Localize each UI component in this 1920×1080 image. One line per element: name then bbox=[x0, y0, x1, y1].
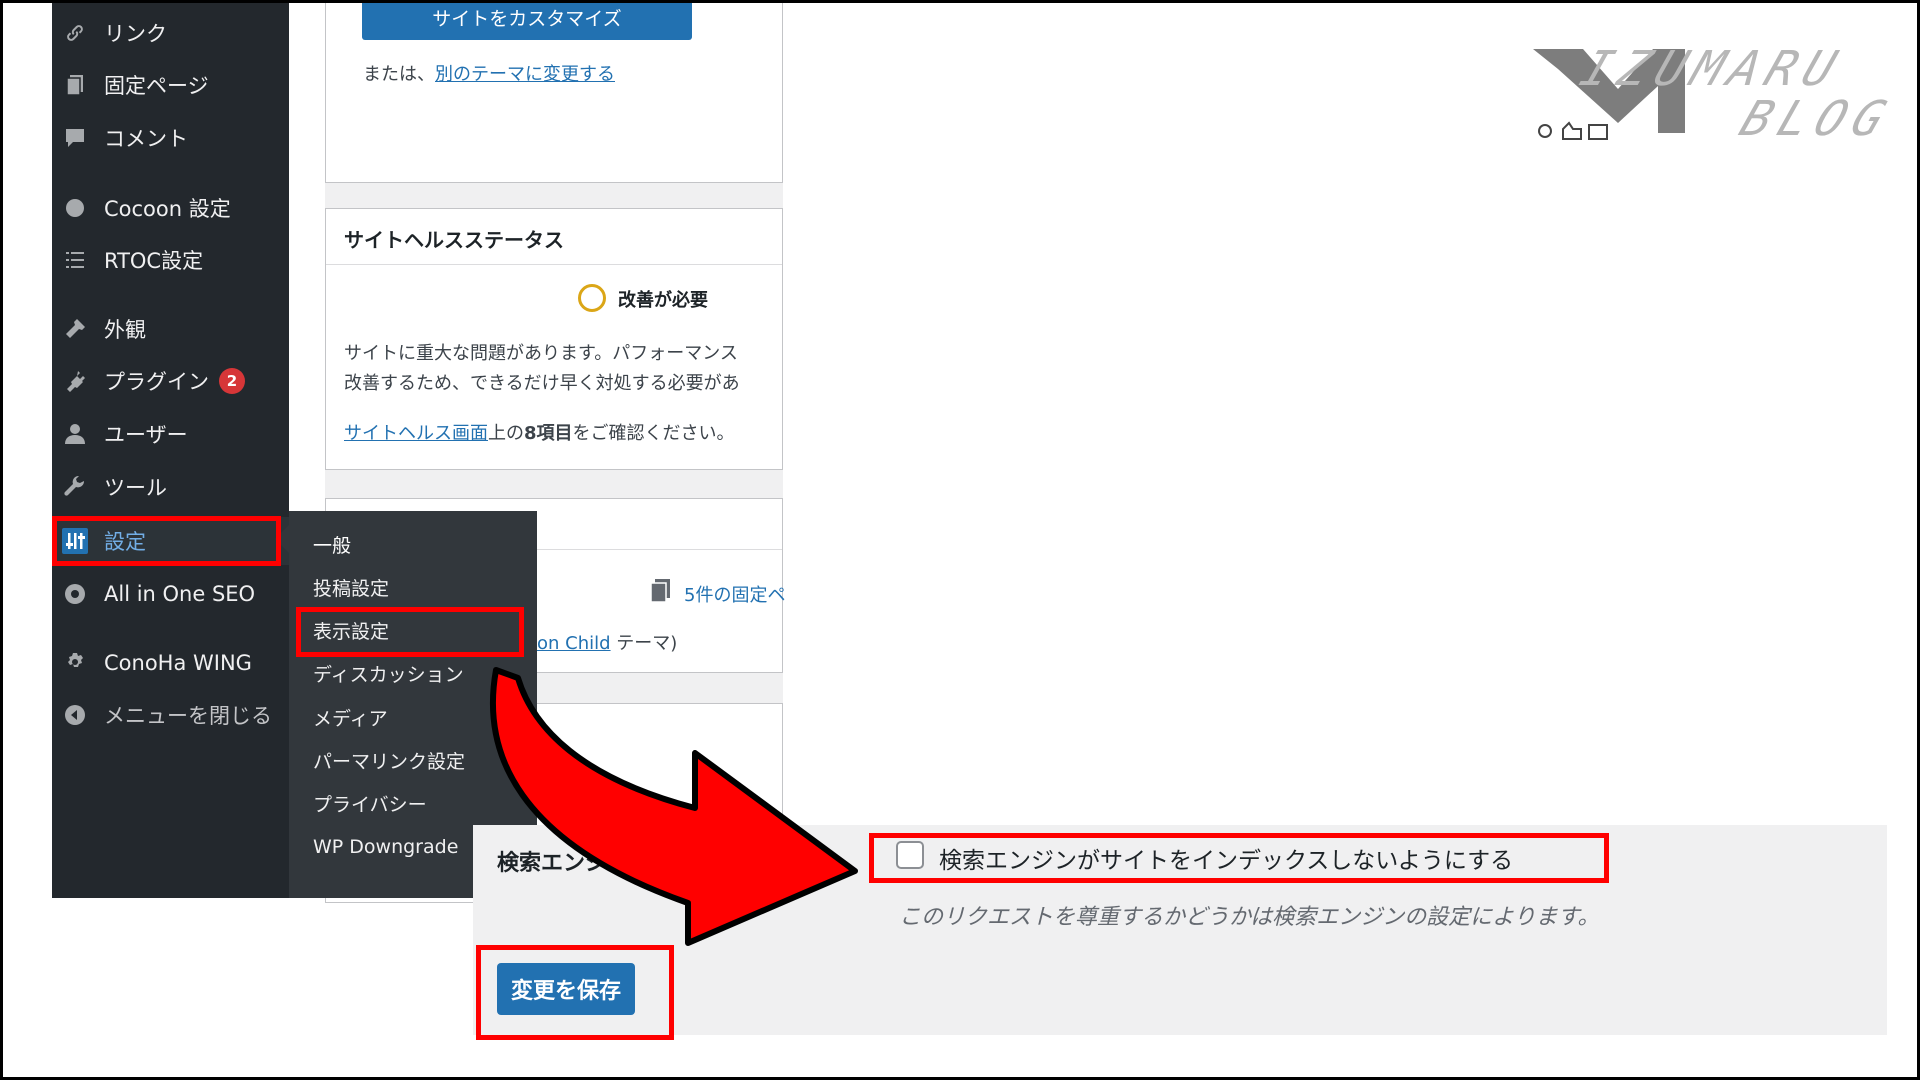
sidebar-item-label: All in One SEO bbox=[104, 582, 256, 606]
appearance-icon bbox=[62, 316, 88, 342]
admin-sidebar: リンク 固定ページ コメント Cocoon 設定 RTOC設定 外観 プラグイン… bbox=[52, 3, 289, 898]
screenshot-canvas: サイトをカスタマイズ または、別のテーマに変更する サイトヘルスステータス 改善… bbox=[3, 3, 1917, 1077]
box-icon bbox=[1588, 124, 1608, 140]
submenu-item-permalinks[interactable]: パーマリンク設定 bbox=[313, 743, 465, 777]
sidebar-item-links[interactable]: リンク bbox=[52, 9, 289, 57]
sidebar-item-settings[interactable]: 設定 bbox=[52, 517, 289, 565]
sidebar-item-label: メニューを閉じる bbox=[104, 704, 272, 728]
site-health-card: サイトヘルスステータス 改善が必要 サイトに重大な問題があります。パフォーマンス… bbox=[325, 208, 783, 470]
pages-icon bbox=[62, 72, 88, 98]
sidebar-item-label: 外観 bbox=[104, 318, 146, 342]
link-icon bbox=[62, 20, 88, 46]
site-health-after-1: 上の bbox=[488, 423, 524, 444]
logo-text-top: IZUMARU bbox=[1572, 41, 1852, 97]
gear-icon bbox=[62, 650, 88, 676]
sidebar-item-cocoon[interactable]: Cocoon 設定 bbox=[52, 184, 289, 232]
change-theme-link[interactable]: 別のテーマに変更する bbox=[435, 64, 615, 85]
sidebar-item-label: コメント bbox=[104, 127, 188, 151]
site-health-desc-1: サイトに重大な問題があります。パフォーマンス bbox=[344, 343, 738, 364]
sidebar-item-users[interactable]: ユーザー bbox=[52, 410, 289, 458]
wrench-icon bbox=[62, 474, 88, 500]
sidebar-item-comments[interactable]: コメント bbox=[52, 114, 289, 162]
save-changes-label: 変更を保存 bbox=[510, 979, 621, 1004]
hand-icon bbox=[1562, 121, 1582, 140]
pages-count-icon bbox=[650, 579, 670, 603]
plugin-update-badge: 2 bbox=[219, 368, 245, 394]
user-icon bbox=[62, 421, 88, 447]
site-health-header: サイトヘルスステータス bbox=[326, 209, 782, 265]
customize-site-label: サイトをカスタマイズ bbox=[432, 7, 622, 30]
save-changes-button[interactable]: 変更を保存 bbox=[497, 963, 635, 1015]
logo-text-bottom: BLOG bbox=[1732, 91, 1901, 147]
sidebar-item-pages[interactable]: 固定ページ bbox=[52, 61, 289, 109]
comment-icon bbox=[62, 125, 88, 151]
site-health-link-line: サイトヘルス画面上の8項目をご確認ください。 bbox=[344, 419, 735, 445]
settings-icon bbox=[62, 528, 88, 554]
sidebar-item-aioseo[interactable]: All in One SEO bbox=[52, 570, 289, 618]
sidebar-item-label: ConoHa WING bbox=[104, 651, 252, 675]
submenu-item-general[interactable]: 一般 bbox=[313, 527, 351, 561]
sidebar-item-label: ユーザー bbox=[104, 423, 188, 447]
sidebar-item-label: 設定 bbox=[104, 530, 146, 554]
submenu-item-discussion[interactable]: ディスカッション bbox=[313, 656, 464, 690]
theme-card: サイトをカスタマイズ または、別のテーマに変更する bbox=[325, 3, 783, 183]
submenu-item-wp-downgrade[interactable]: WP Downgrade bbox=[313, 830, 458, 864]
sidebar-item-label: Cocoon 設定 bbox=[104, 197, 231, 221]
list-icon bbox=[62, 247, 88, 273]
discourage-search-checkbox[interactable] bbox=[896, 841, 924, 869]
or-text: または、 bbox=[363, 64, 435, 85]
submenu-item-privacy[interactable]: プライバシー bbox=[313, 786, 427, 820]
customize-site-button[interactable]: サイトをカスタマイズ bbox=[362, 3, 692, 40]
pages-count-link[interactable]: 5件の固定ペ bbox=[684, 581, 785, 607]
sidebar-item-tools[interactable]: ツール bbox=[52, 463, 289, 511]
site-health-items-count: 8項目 bbox=[524, 423, 573, 444]
collapse-icon bbox=[62, 702, 88, 728]
sidebar-item-appearance[interactable]: 外観 bbox=[52, 305, 289, 353]
sidebar-item-collapse[interactable]: メニューを閉じる bbox=[52, 691, 289, 739]
search-engine-description: このリクエストを尊重するかどうかは検索エンジンの設定によります。 bbox=[899, 905, 1600, 930]
sidebar-item-label: ツール bbox=[104, 476, 167, 500]
sidebar-item-rtoc[interactable]: RTOC設定 bbox=[52, 236, 289, 284]
site-health-link[interactable]: サイトヘルス画面 bbox=[344, 423, 488, 444]
site-health-desc-2: 改善するため、できるだけ早く対処する必要があ bbox=[344, 373, 740, 394]
circle-icon bbox=[62, 195, 88, 221]
sidebar-item-plugins[interactable]: プラグイン 2 bbox=[52, 357, 289, 405]
red-arrow-icon bbox=[490, 667, 858, 946]
sidebar-item-label: RTOC設定 bbox=[104, 249, 204, 273]
sun-icon bbox=[1538, 124, 1552, 138]
status-ring-icon bbox=[578, 284, 606, 312]
submenu-item-media[interactable]: メディア bbox=[313, 700, 388, 734]
blog-logo: IZUMARU BLOG bbox=[1523, 41, 1903, 161]
site-health-title: サイトヘルスステータス bbox=[344, 228, 564, 252]
aioseo-icon bbox=[62, 581, 88, 607]
sidebar-item-label: プラグイン bbox=[104, 370, 209, 394]
site-health-status: 改善が必要 bbox=[618, 290, 708, 311]
sidebar-item-label: 固定ページ bbox=[104, 74, 209, 98]
discourage-search-label[interactable]: 検索エンジンがサイトをインデックスしないようにする bbox=[939, 841, 1513, 875]
plugin-icon bbox=[62, 368, 88, 394]
sidebar-item-label: リンク bbox=[104, 22, 167, 46]
submenu-item-writing[interactable]: 投稿設定 bbox=[313, 570, 389, 604]
site-health-after-2: をご確認ください。 bbox=[572, 423, 735, 444]
change-theme-line: または、別のテーマに変更する bbox=[363, 60, 615, 86]
sidebar-item-conoha[interactable]: ConoHa WING bbox=[52, 639, 289, 687]
submenu-item-reading[interactable]: 表示設定 bbox=[313, 613, 389, 647]
